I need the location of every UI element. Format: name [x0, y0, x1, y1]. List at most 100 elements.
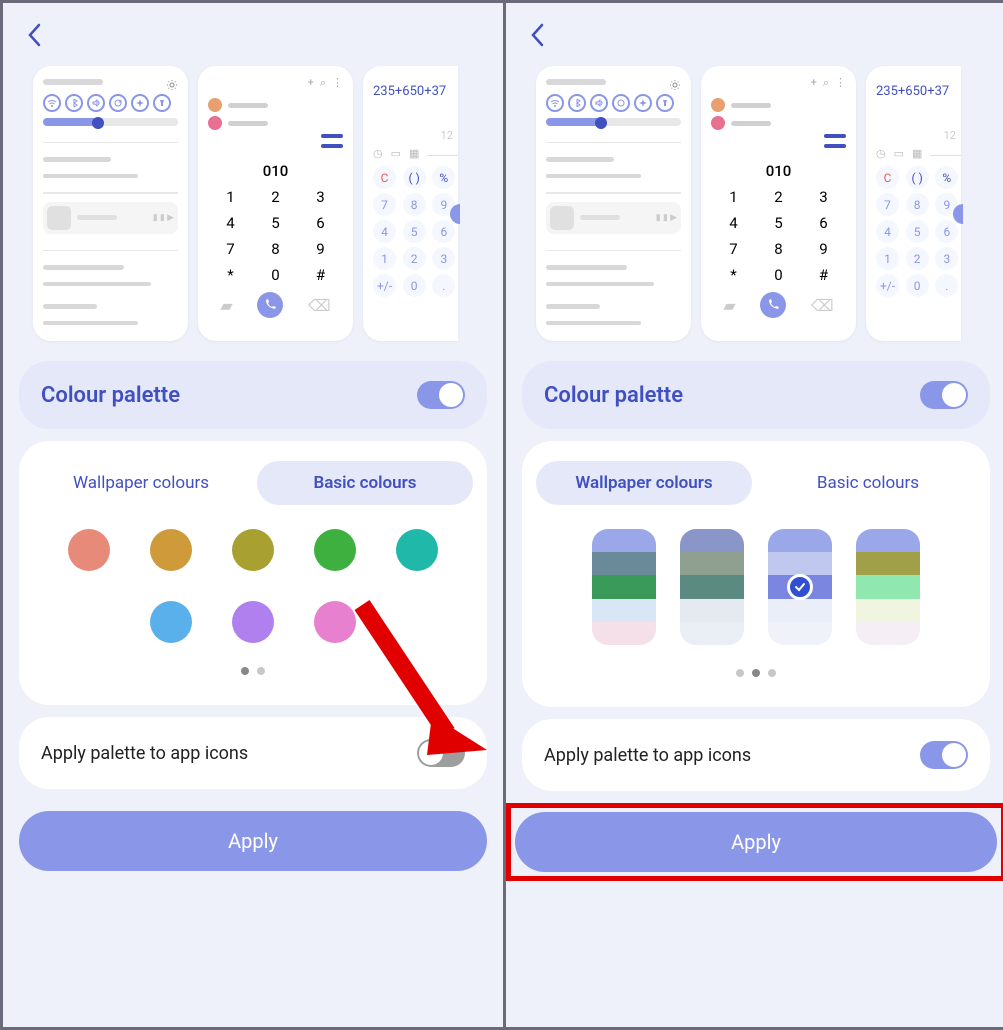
back-button[interactable]	[25, 21, 481, 56]
plus-icon: +	[811, 76, 817, 90]
palette-title: Colour palette	[544, 383, 683, 408]
calc-key: C	[373, 166, 396, 189]
preview-dialer: +⌕⋮ 010 1 2 3 4 5 6 7 8 9 * 0	[198, 66, 353, 341]
colour-picker-card: Wallpaper colours Basic colours	[19, 441, 487, 705]
preview-notification-panel: ▮ ▮ ▶	[33, 66, 188, 341]
airplane-icon	[131, 94, 149, 112]
search-icon: ⌕	[823, 76, 829, 90]
dialer-display: 010	[711, 162, 846, 180]
preview-calculator: 235+650+37 12 ◷▭▦ C ( ) % 7 8 9 4 5 6 1 …	[363, 66, 458, 341]
calc-key: 2	[403, 247, 426, 270]
dial-key: 2	[253, 184, 298, 210]
preview-row: ▮ ▮ ▶ +⌕⋮ 010 1 2 3	[3, 56, 503, 361]
back-button[interactable]	[528, 21, 984, 56]
calc-key: 5	[403, 220, 426, 243]
calc-key: 4	[373, 220, 396, 243]
color-swatch[interactable]	[396, 529, 438, 571]
call-icon	[257, 292, 283, 318]
video-icon: ▰	[220, 296, 232, 315]
color-swatch[interactable]	[150, 529, 192, 571]
dial-key: 8	[253, 236, 298, 262]
history-icon: ◷	[373, 147, 383, 160]
color-swatch[interactable]	[68, 529, 110, 571]
sound-icon	[87, 94, 105, 112]
dial-key: *	[208, 262, 253, 288]
flashlight-icon	[153, 94, 171, 112]
dial-key: 1	[208, 184, 253, 210]
calc-key: 7	[373, 193, 396, 216]
dialer-display: 010	[208, 162, 343, 180]
dial-key: #	[298, 262, 343, 288]
more-icon: ⋮	[835, 76, 846, 90]
apply-palette-label: Apply palette to app icons	[544, 745, 751, 766]
calc-key: 8	[403, 193, 426, 216]
colour-palette-row[interactable]: Colour palette	[522, 361, 990, 429]
brightness-slider	[546, 118, 681, 126]
dial-key: 3	[298, 184, 343, 210]
backspace-icon: ⌫	[308, 296, 331, 315]
more-icon: ⋮	[332, 76, 343, 90]
pager-dot[interactable]	[736, 669, 744, 677]
preview-notification-panel: ▮ ▮ ▶	[536, 66, 691, 341]
dial-key: 9	[298, 236, 343, 262]
sound-icon	[590, 94, 608, 112]
annotation-arrow	[332, 585, 492, 765]
calc-key: %	[432, 166, 455, 189]
header	[506, 3, 1003, 56]
colour-picker-card: Wallpaper colours Basic colours	[522, 441, 990, 707]
pager-dot[interactable]	[768, 669, 776, 677]
palette-toggle[interactable]	[417, 381, 465, 409]
tab-basic-colours[interactable]: Basic colours	[257, 461, 473, 505]
preview-dialer: +⌕⋮ 010 1 2 3 4 5 6 7 8 9 * 0	[701, 66, 856, 341]
apply-button[interactable]: Apply	[515, 812, 997, 872]
search-icon: ⌕	[320, 76, 326, 90]
brightness-slider	[43, 118, 178, 126]
apply-palette-row[interactable]: Apply palette to app icons	[522, 719, 990, 791]
gear-icon	[669, 76, 681, 88]
pager-dot[interactable]	[257, 667, 265, 675]
wallpaper-swatch[interactable]	[592, 529, 656, 645]
calc-key: +/-	[373, 274, 396, 297]
wallpaper-swatch[interactable]	[856, 529, 920, 645]
dial-key: 7	[208, 236, 253, 262]
bluetooth-icon	[568, 94, 586, 112]
wallpaper-swatch[interactable]	[680, 529, 744, 645]
screen-right: ▮ ▮ ▶ +⌕⋮ 010 1 2 3 4	[506, 3, 1003, 1027]
tab-wallpaper-colours[interactable]: Wallpaper colours	[536, 461, 752, 505]
video-icon: ▰	[723, 296, 735, 315]
tab-basic-colours[interactable]: Basic colours	[760, 461, 976, 505]
plus-icon: +	[308, 76, 314, 90]
dial-key: 0	[253, 262, 298, 288]
color-swatch[interactable]	[232, 601, 274, 643]
preview-calculator: 235+650+37 12 ◷▭▦ C ( ) % 7 8 9 4 5 6 1 …	[866, 66, 961, 341]
apply-palette-toggle[interactable]	[920, 741, 968, 769]
apply-button[interactable]: Apply	[19, 811, 487, 871]
pager-dot[interactable]	[241, 667, 249, 675]
color-swatch[interactable]	[314, 529, 356, 571]
palette-title: Colour palette	[41, 383, 180, 408]
backspace-icon: ⌫	[811, 296, 834, 315]
calc-expression: 235+650+37	[373, 76, 458, 99]
wifi-icon	[43, 94, 61, 112]
annotation-highlight: Apply	[506, 803, 1003, 881]
preview-row: ▮ ▮ ▶ +⌕⋮ 010 1 2 3 4	[506, 56, 1003, 361]
tab-wallpaper-colours[interactable]: Wallpaper colours	[33, 461, 249, 505]
wallpaper-swatch[interactable]	[768, 529, 832, 645]
dial-key: 4	[208, 210, 253, 236]
calc-key: 0	[403, 274, 426, 297]
calc-key: ( )	[403, 166, 426, 189]
palette-toggle[interactable]	[920, 381, 968, 409]
calc-key: 6	[432, 220, 455, 243]
pager-dot[interactable]	[752, 669, 760, 677]
colour-palette-row[interactable]: Colour palette	[19, 361, 487, 429]
rotate-icon	[612, 94, 630, 112]
calc-key: .	[432, 274, 455, 297]
wifi-icon	[546, 94, 564, 112]
calc-key: 1	[373, 247, 396, 270]
bluetooth-icon	[65, 94, 83, 112]
dial-key: 6	[298, 210, 343, 236]
color-swatch[interactable]	[150, 601, 192, 643]
screen-left: ▮ ▮ ▶ +⌕⋮ 010 1 2 3	[3, 3, 503, 1027]
header	[3, 3, 503, 56]
color-swatch[interactable]	[232, 529, 274, 571]
